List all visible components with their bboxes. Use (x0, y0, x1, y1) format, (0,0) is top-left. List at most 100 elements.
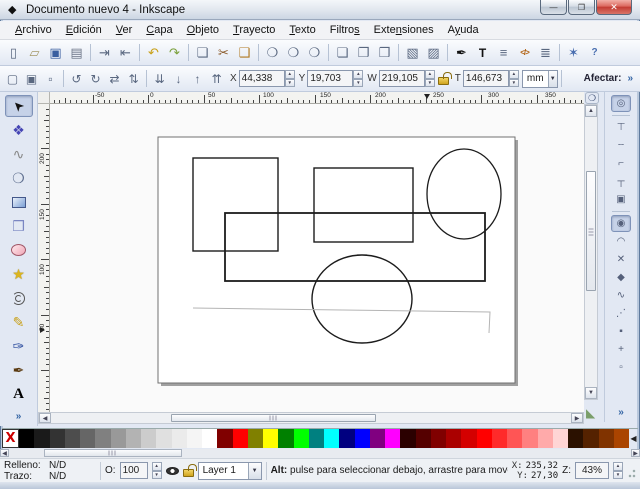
toolbar-overflow-chevron[interactable]: » (627, 73, 633, 84)
snap-bbox-midpoints-button[interactable]: ┬ (611, 173, 631, 190)
rotate-cw-button[interactable]: ↻ (86, 69, 105, 88)
snap-paths-button[interactable]: ◠ (611, 233, 631, 250)
select-all-button[interactable]: ▢ (3, 69, 22, 88)
palette-swatch-800000[interactable] (217, 429, 232, 448)
palette-swatch-2b1100[interactable] (568, 429, 583, 448)
text-dialog-button[interactable]: T (472, 42, 493, 63)
menu-ayuda[interactable]: Ayuda (441, 22, 486, 38)
units-dropdown[interactable]: mm ▼ (522, 70, 558, 88)
box3d-tool-icon[interactable]: ❒ (5, 215, 33, 237)
snap-nodes-button[interactable]: ◉ (611, 215, 631, 232)
palette-swatch-cccccc[interactable] (141, 429, 156, 448)
open-document-button[interactable]: ▱ (24, 42, 45, 63)
lower-button[interactable]: ↓ (169, 69, 188, 88)
palette-swatch-666666[interactable] (80, 429, 95, 448)
zoom-drawing-button[interactable]: ❍ (283, 42, 304, 63)
create-clone-button[interactable]: ❐ (353, 42, 374, 63)
palette-swatch-aa4400[interactable] (614, 429, 629, 448)
raise-to-top-button[interactable]: ⇈ (207, 69, 226, 88)
snap-path-intersections-button[interactable]: ✕ (611, 251, 631, 268)
minimize-button[interactable]: — (540, 0, 567, 15)
palette-swatch-ff5555[interactable] (507, 429, 522, 448)
preferences-button[interactable]: ✶ (563, 42, 584, 63)
menu-edición[interactable]: Edición (59, 22, 109, 38)
deselect-button[interactable]: ▫ (41, 69, 60, 88)
palette-swatch-008000[interactable] (278, 429, 293, 448)
drawing-svg[interactable] (50, 104, 584, 412)
spiral-tool-icon[interactable] (5, 287, 33, 309)
pen-tool-icon[interactable]: ✑ (5, 335, 33, 357)
palette-scroll-thumb[interactable] (44, 449, 182, 457)
group-objects-button[interactable]: ▧ (402, 42, 423, 63)
palette-swatch-00ff00[interactable] (294, 429, 309, 448)
snap-line-midpoints-button[interactable]: ⋰ (611, 305, 631, 322)
layers-dialog-button[interactable]: ≡ (493, 42, 514, 63)
snap-page-border-button[interactable]: ▫ (611, 359, 631, 376)
x-field-spinner[interactable]: ▲▼ (285, 70, 295, 87)
menu-texto[interactable]: Texto (282, 22, 322, 38)
flip-vertical-button[interactable]: ⇅ (124, 69, 143, 88)
menu-trayecto[interactable]: Trayecto (226, 22, 282, 38)
w-field[interactable] (379, 70, 425, 87)
palette-swatch-b3b3b3[interactable] (126, 429, 141, 448)
raise-button[interactable]: ↑ (188, 69, 207, 88)
canvas[interactable] (50, 104, 584, 412)
snap-enable-button[interactable]: ◎ (611, 95, 631, 112)
palette-swatch-ffff00[interactable] (263, 429, 278, 448)
palette-swatch-e0e0e0[interactable] (156, 429, 171, 448)
palette-swatch-0000ff[interactable] (355, 429, 370, 448)
scroll-down-arrow-icon[interactable]: ▼ (585, 387, 597, 399)
palette-swatch-808080[interactable] (95, 429, 110, 448)
zoom-field[interactable] (575, 462, 609, 479)
palette-swatch-803300[interactable] (599, 429, 614, 448)
ellipse-tool-icon[interactable] (5, 239, 33, 261)
ungroup-objects-button[interactable]: ▨ (423, 42, 444, 63)
paste-button[interactable]: ❑ (234, 42, 255, 63)
y-field-spinner[interactable]: ▲▼ (353, 70, 363, 87)
menu-ver[interactable]: Ver (109, 22, 140, 38)
fill-stroke-indicator[interactable]: Relleno:N/D Trazo:N/D (4, 460, 96, 482)
close-button[interactable]: ✕ (596, 0, 632, 15)
palette-swatch-ffd5d5[interactable] (553, 429, 568, 448)
palette-swatch-4d4d4d[interactable] (65, 429, 80, 448)
palette-swatch-aa0000[interactable] (446, 429, 461, 448)
menu-capa[interactable]: Capa (139, 22, 179, 38)
fill-stroke-dialog-button[interactable]: ✒ (451, 42, 472, 63)
lower-to-bottom-button[interactable]: ⇊ (150, 69, 169, 88)
snap-bounding-box-button[interactable]: ⊤ (611, 119, 631, 136)
horizontal-scroll-thumb[interactable] (171, 414, 376, 422)
palette-swatch-2b0000[interactable] (400, 429, 415, 448)
snap-smooth-nodes-button[interactable]: ∿ (611, 287, 631, 304)
duplicate-button[interactable]: ❏ (332, 42, 353, 63)
unlink-clone-button[interactable]: ❒ (374, 42, 395, 63)
vertical-scrollbar[interactable]: ▲ ▼ (584, 104, 598, 400)
palette-swatch-800080[interactable] (370, 429, 385, 448)
opacity-field[interactable] (120, 462, 148, 479)
palette-swatch-ff0000[interactable] (233, 429, 248, 448)
pencil-tool-icon[interactable]: ✎ (5, 311, 33, 333)
y-field[interactable] (307, 70, 353, 87)
snap-bbox-corners-button[interactable]: ⌐ (611, 155, 631, 172)
layer-dropdown[interactable]: Layer 1 ▼ (198, 462, 262, 480)
document-properties-button[interactable]: ? (584, 42, 605, 63)
vertical-scroll-thumb[interactable] (586, 171, 596, 291)
no-color-swatch[interactable]: X (2, 429, 19, 448)
snap-object-centers-button[interactable]: ▪ (611, 323, 631, 340)
xml-editor-button[interactable]: </> (514, 42, 535, 63)
palette-swatch-00ffff[interactable] (324, 429, 339, 448)
palette-swatch-ffffff[interactable] (202, 429, 217, 448)
copy-button[interactable]: ❏ (192, 42, 213, 63)
tweak-tool-icon[interactable]: ∿ (5, 143, 33, 165)
selector-tool-icon[interactable]: ➤ (5, 95, 33, 117)
snapbar-overflow-chevron[interactable]: » (618, 407, 624, 418)
page[interactable] (158, 137, 515, 383)
palette-swatch-ebebeb[interactable] (172, 429, 187, 448)
palette-swatch-ff2a2a[interactable] (492, 429, 507, 448)
align-dialog-button[interactable]: ≣ (535, 42, 556, 63)
palette-scroll-left-arrow-icon[interactable]: ◀ (0, 449, 9, 457)
palette-scroll-left-icon[interactable]: ◀ (629, 429, 638, 448)
rectangle-tool-icon[interactable] (5, 191, 33, 213)
palette-swatch-f5f5f5[interactable] (187, 429, 202, 448)
sticky-zoom-button[interactable]: ❍ (585, 92, 599, 104)
snap-bbox-centers-button[interactable]: ▣ (611, 191, 631, 208)
